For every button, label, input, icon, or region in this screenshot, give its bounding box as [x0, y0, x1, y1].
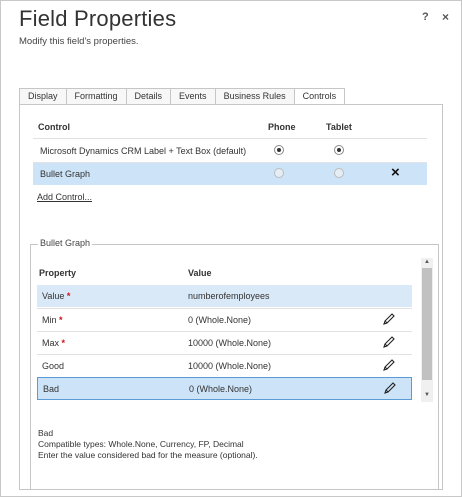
tablet-column-header: Tablet — [326, 122, 352, 132]
property-column-header: Property — [39, 268, 77, 278]
tab-controls[interactable]: Controls — [293, 88, 346, 105]
property-name: Min * — [42, 315, 63, 325]
tab-display[interactable]: Display — [19, 88, 66, 105]
required-marker: * — [66, 291, 71, 301]
property-value: 0 (Whole.None) — [189, 384, 253, 394]
property-value: 10000 (Whole.None) — [188, 361, 272, 371]
dialog-subtitle: Modify this field's properties. — [19, 36, 139, 47]
property-value: numberofemployees — [188, 291, 270, 301]
property-value: 10000 (Whole.None) — [188, 338, 272, 348]
required-marker: * — [61, 338, 66, 348]
pencil-icon[interactable] — [382, 335, 396, 349]
property-help: Bad Compatible types: Whole.None, Curren… — [38, 428, 258, 461]
control-column-header: Control — [38, 122, 70, 132]
tablet-radio[interactable] — [334, 168, 344, 178]
control-name: Microsoft Dynamics CRM Label + Text Box … — [40, 146, 247, 156]
phone-radio[interactable] — [274, 168, 284, 178]
property-name: Bad — [43, 384, 60, 394]
tab-details[interactable]: Details — [125, 88, 171, 105]
properties-scrollbar[interactable]: ▲ ▼ — [421, 258, 433, 402]
remove-control-icon[interactable]: × — [391, 164, 400, 181]
help-description: Enter the value considered bad for the m… — [38, 450, 258, 460]
phone-column-header: Phone — [268, 122, 296, 132]
scroll-down-arrow[interactable]: ▼ — [424, 392, 430, 398]
control-row-bullet-graph[interactable]: Bullet Graph × — [33, 163, 427, 185]
value-column-header: Value — [188, 268, 212, 278]
close-button[interactable]: × — [442, 10, 449, 24]
property-name: Good — [42, 361, 65, 371]
property-row-good[interactable]: Good 10000 (Whole.None) — [37, 355, 412, 377]
header-divider — [33, 138, 427, 139]
group-legend: Bullet Graph — [38, 238, 93, 248]
property-row-bad[interactable]: Bad 0 (Whole.None) — [37, 377, 412, 400]
tab-business-rules[interactable]: Business Rules — [214, 88, 294, 105]
property-row-min[interactable]: Min * 0 (Whole.None) — [37, 309, 412, 331]
help-button[interactable]: ? — [422, 11, 429, 23]
scroll-up-arrow[interactable]: ▲ — [424, 259, 430, 265]
add-control-link[interactable]: Add Control... — [37, 192, 92, 202]
control-row-default[interactable]: Microsoft Dynamics CRM Label + Text Box … — [33, 140, 427, 162]
property-row-value[interactable]: Value * numberofemployees — [37, 285, 412, 307]
tablet-radio[interactable] — [334, 145, 344, 155]
dialog-title: Field Properties — [19, 6, 177, 31]
property-row-max[interactable]: Max * 10000 (Whole.None) — [37, 332, 412, 354]
help-compatible-types: Compatible types: Whole.None, Currency, … — [38, 439, 244, 449]
tab-formatting[interactable]: Formatting — [65, 88, 126, 105]
scrollbar-thumb[interactable] — [422, 268, 432, 380]
pencil-icon[interactable] — [382, 312, 396, 326]
tab-events[interactable]: Events — [170, 88, 215, 105]
pencil-icon[interactable] — [382, 358, 396, 372]
tab-strip: Display Formatting Details Events Busine… — [19, 88, 346, 105]
control-name: Bullet Graph — [40, 169, 91, 179]
pencil-icon[interactable] — [383, 381, 397, 395]
property-name: Max * — [42, 338, 66, 348]
property-value: 0 (Whole.None) — [188, 315, 252, 325]
required-marker: * — [59, 315, 63, 325]
phone-radio[interactable] — [274, 145, 284, 155]
property-name: Value * — [42, 291, 71, 301]
help-title: Bad — [38, 428, 54, 438]
